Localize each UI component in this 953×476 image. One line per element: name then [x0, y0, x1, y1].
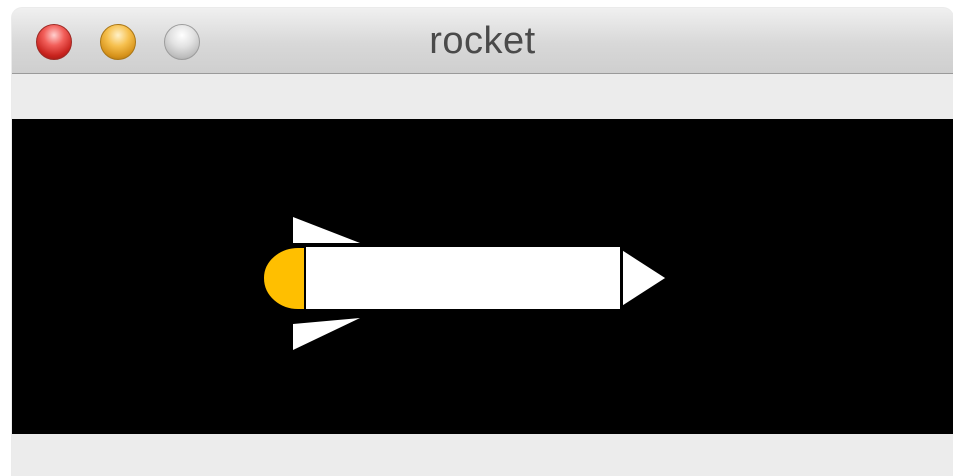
rocket-flame	[261, 246, 306, 311]
rocket-top-fin	[293, 217, 360, 243]
drawing-canvas	[12, 119, 953, 434]
rocket-bottom-fin	[293, 318, 360, 350]
title-bar[interactable]: rocket	[12, 8, 953, 74]
app-window: rocket	[12, 8, 953, 476]
rocket-body	[304, 245, 622, 311]
rocket	[261, 217, 669, 350]
toolbar-strip	[12, 74, 953, 119]
window-title: rocket	[429, 20, 536, 62]
rocket-nose-cone	[621, 247, 669, 309]
bottom-strip	[12, 434, 953, 476]
